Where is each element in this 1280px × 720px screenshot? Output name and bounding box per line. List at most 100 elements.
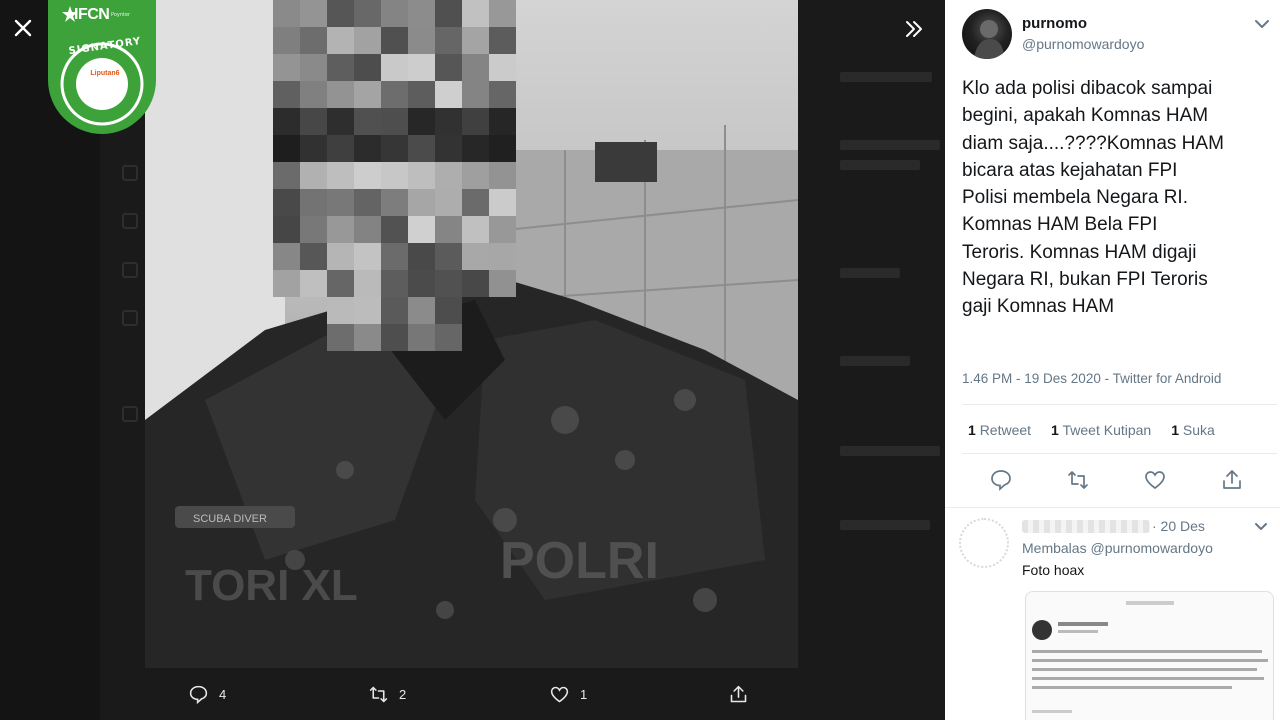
reply-count: 4 xyxy=(219,686,227,702)
ifcn-sub: Poynter xyxy=(111,12,131,18)
likes-count: 1 xyxy=(1171,422,1180,438)
mosaic-cell xyxy=(462,54,489,81)
mosaic-cell xyxy=(408,135,435,162)
avatar-image xyxy=(974,20,1004,59)
mosaic-cell xyxy=(354,27,381,54)
mosaic-cell xyxy=(354,0,381,27)
member-logo: Liputan6 xyxy=(90,70,120,77)
mosaic-cell xyxy=(435,216,462,243)
mosaic-cell xyxy=(408,27,435,54)
mosaic-cell xyxy=(381,162,408,189)
mosaic-cell xyxy=(408,216,435,243)
replying-to: Membalas @purnomowardoyo xyxy=(1022,540,1213,556)
like-count: 1 xyxy=(580,686,588,702)
reply-timestamp[interactable]: · 20 Des xyxy=(1152,518,1205,534)
share-button[interactable] xyxy=(728,681,749,707)
mosaic-cell xyxy=(408,324,435,351)
retweets-stat[interactable]: 1 Retweet xyxy=(968,422,1031,438)
background-icon xyxy=(122,406,138,422)
mosaic-cell xyxy=(273,108,300,135)
mosaic-cell xyxy=(327,81,354,108)
mosaic-cell xyxy=(327,270,354,297)
mosaic-cell xyxy=(408,270,435,297)
share-icon xyxy=(730,685,747,702)
avatar[interactable] xyxy=(962,9,1012,59)
quotes-count: 1 xyxy=(1051,422,1059,438)
mosaic-cell xyxy=(462,108,489,135)
mosaic-cell xyxy=(435,27,462,54)
mosaic-cell xyxy=(354,108,381,135)
mosaic-cell xyxy=(354,162,381,189)
mosaic-cell xyxy=(327,189,354,216)
mosaic-cell xyxy=(327,243,354,270)
reply-button[interactable]: 4 xyxy=(188,681,226,707)
like-button[interactable] xyxy=(1143,468,1167,492)
tweet-photo[interactable]: SCUBA DIVER TORI XL POLRI xyxy=(145,0,798,668)
chevron-down-icon xyxy=(1255,523,1267,530)
svg-text:TORI XL: TORI XL xyxy=(185,561,358,610)
mosaic-cell xyxy=(273,27,300,54)
user-handle[interactable]: @purnomowardoyo xyxy=(1022,36,1144,52)
retweet-button[interactable] xyxy=(1066,468,1090,492)
background-icon xyxy=(122,213,138,229)
ifcn-brand: IFCN xyxy=(74,6,110,23)
likes-label: Suka xyxy=(1182,422,1215,438)
mosaic-cell xyxy=(273,162,300,189)
retweet-button[interactable]: 2 xyxy=(368,681,406,707)
tweet-timestamp[interactable]: 1.46 PM - 19 Des 2020 - Twitter for Andr… xyxy=(962,371,1221,386)
mosaic-cell xyxy=(462,81,489,108)
heart-icon xyxy=(1145,471,1165,490)
mosaic-cell xyxy=(489,81,516,108)
like-button[interactable]: 1 xyxy=(549,681,587,707)
likes-stat[interactable]: 1 Suka xyxy=(1171,422,1215,438)
collapse-panel-button[interactable] xyxy=(898,13,930,45)
mosaic-cell xyxy=(354,189,381,216)
background-text xyxy=(840,72,932,82)
quotes-stat[interactable]: 1 Tweet Kutipan xyxy=(1051,422,1151,438)
mosaic-cell xyxy=(381,0,408,27)
mosaic-cell xyxy=(408,243,435,270)
reply-more-options-button[interactable] xyxy=(1251,520,1271,534)
divider xyxy=(945,507,1280,508)
reply-embedded-screenshot[interactable] xyxy=(1025,591,1274,720)
reply-author-obscured[interactable] xyxy=(1022,520,1150,533)
display-name[interactable]: purnomo xyxy=(1022,15,1087,32)
mosaic-cell xyxy=(462,189,489,216)
mosaic-cell xyxy=(381,243,408,270)
mosaic-cell xyxy=(354,243,381,270)
mosaic-cell xyxy=(462,0,489,27)
mosaic-cell xyxy=(300,81,327,108)
divider xyxy=(962,453,1277,454)
mosaic-cell xyxy=(273,189,300,216)
mosaic-cell xyxy=(462,27,489,54)
more-options-button[interactable] xyxy=(1250,14,1274,34)
mosaic-cell xyxy=(462,135,489,162)
replying-to-handle[interactable]: @purnomowardoyo xyxy=(1090,540,1212,556)
mosaic-cell xyxy=(435,135,462,162)
mosaic-cell xyxy=(435,189,462,216)
mosaic-cell xyxy=(435,162,462,189)
share-button[interactable] xyxy=(1220,468,1244,492)
mosaic-cell xyxy=(327,27,354,54)
mosaic-cell xyxy=(354,216,381,243)
mosaic-cell xyxy=(300,0,327,27)
mosaic-cell xyxy=(489,108,516,135)
mosaic-cell xyxy=(489,135,516,162)
reply-button[interactable] xyxy=(989,468,1013,492)
mosaic-cell xyxy=(273,81,300,108)
background-text xyxy=(840,160,920,170)
close-button[interactable] xyxy=(8,13,38,43)
mosaic-cell xyxy=(408,54,435,81)
mosaic-cell xyxy=(462,162,489,189)
mosaic-cell xyxy=(327,216,354,243)
mosaic-cell xyxy=(381,135,408,162)
media-viewer: SCUBA DIVER TORI XL POLRI IFCN Poynter S… xyxy=(0,0,945,720)
mosaic-cell xyxy=(381,297,408,324)
mosaic-cell xyxy=(381,216,408,243)
reply-avatar[interactable] xyxy=(959,518,1009,568)
background-text xyxy=(840,140,940,150)
reply-icon xyxy=(189,685,208,704)
svg-text:SCUBA DIVER: SCUBA DIVER xyxy=(193,513,267,525)
mosaic-cell xyxy=(354,270,381,297)
mosaic-cell xyxy=(489,27,516,54)
